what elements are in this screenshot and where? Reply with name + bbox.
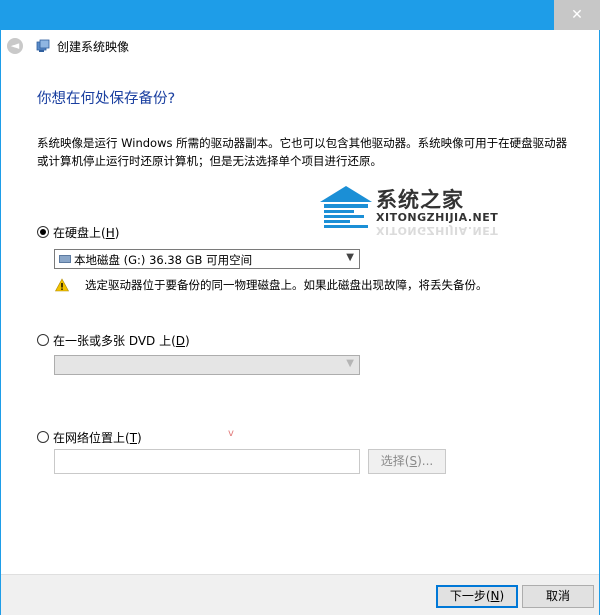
dvd-radio[interactable] <box>37 334 49 346</box>
title-bar <box>0 0 600 30</box>
close-icon: ✕ <box>571 7 583 23</box>
cancel-button[interactable]: 取消 <box>522 585 594 608</box>
chevron-down-icon: ▼ <box>346 358 354 369</box>
back-button[interactable]: ◄ <box>7 38 23 54</box>
dvd-label[interactable]: 在一张或多张 DVD 上(D) <box>53 332 190 349</box>
dvd-dropdown[interactable]: ▼ <box>54 355 360 375</box>
network-radio[interactable] <box>37 431 49 443</box>
next-button[interactable]: 下一步(N) <box>436 585 518 608</box>
drive-icon <box>59 255 71 263</box>
hard-disk-label[interactable]: 在硬盘上(H) <box>53 224 119 241</box>
chevron-down-icon: ▼ <box>346 252 354 263</box>
same-disk-warning: 选定驱动器位于要备份的同一物理磁盘上。如果此磁盘出现故障，将丢失备份。 <box>85 278 488 292</box>
close-button[interactable]: ✕ <box>554 0 600 30</box>
site-watermark: 系统之家 XITONGZHIJIA.NET XITONGZHIJIA.NET <box>318 180 518 250</box>
hard-disk-dropdown[interactable]: 本地磁盘 (G:) 36.38 GB 可用空间 ▼ <box>54 249 360 269</box>
network-location-input[interactable] <box>54 449 360 474</box>
warning-icon <box>55 278 69 292</box>
hard-disk-radio[interactable] <box>37 226 49 238</box>
watermark-logo-icon <box>320 186 372 228</box>
page-description: 系统映像是运行 Windows 所需的驱动器副本。它也可以包含其他驱动器。系统映… <box>37 136 568 168</box>
network-label[interactable]: 在网络位置上(T) <box>53 429 142 446</box>
watermark-brand: 系统之家 <box>376 188 464 212</box>
stray-mark: v <box>228 428 234 439</box>
watermark-url-reflection: XITONGZHIJIA.NET <box>376 224 499 237</box>
browse-button[interactable]: 选择(S)... <box>368 449 446 474</box>
window-frame <box>0 30 600 615</box>
backup-app-icon <box>36 39 50 52</box>
watermark-url: XITONGZHIJIA.NET <box>376 211 499 224</box>
back-arrow-icon: ◄ <box>10 39 20 52</box>
window-title: 创建系统映像 <box>57 40 130 54</box>
hard-disk-dropdown-value: 本地磁盘 (G:) 36.38 GB 可用空间 <box>74 253 253 267</box>
page-heading: 你想在何处保存备份? <box>37 91 176 107</box>
